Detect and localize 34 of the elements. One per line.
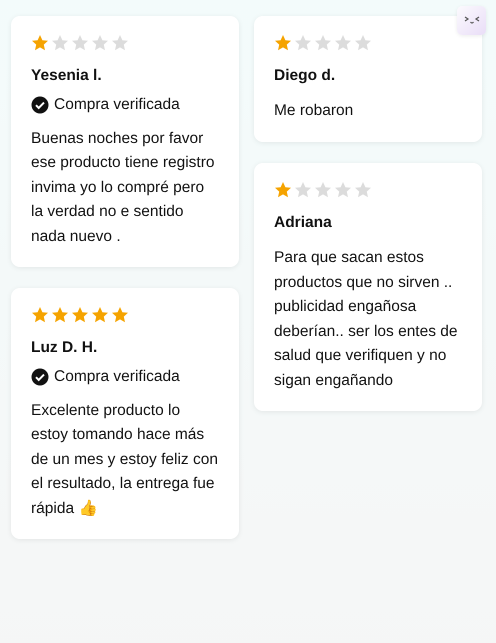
star-icon: [354, 180, 372, 199]
review-text: Para que sacan estos productos que no sirven .. publicidad engañosa deberían.. ser los entes de salud que verifiquen y no sigan engañando: [274, 248, 459, 390]
review-text: Me robaron: [274, 101, 354, 122]
star-icon: [354, 34, 372, 52]
review-text: Excelente producto lo estoy tomando hace más de un mes y estoy feliz con el resultado, la entrega fue rápida 👍: [31, 400, 219, 518]
reviewer-name: Diego d.: [274, 66, 336, 86]
chat-widget-button[interactable]: [457, 6, 486, 35]
star-icon: [71, 34, 89, 52]
star-icon: [334, 34, 352, 52]
star-icon: [294, 180, 312, 199]
star-icon: [294, 34, 312, 52]
star-icon: [51, 34, 69, 52]
star-icon: [111, 34, 129, 52]
check-icon: [31, 96, 49, 114]
check-icon: [31, 368, 49, 386]
star-icon: [31, 306, 49, 324]
star-icon: [274, 34, 292, 52]
star-icon: [314, 34, 332, 52]
reviewer-name: Luz D. H.: [31, 338, 98, 358]
reviewer-name: Adriana: [274, 212, 333, 233]
verified-label: Compra verificada: [54, 367, 180, 388]
star-icon: [314, 180, 332, 199]
reviewer-name: Yesenia l.: [31, 66, 103, 86]
star-icon: [31, 34, 49, 52]
star-icon: [111, 306, 129, 324]
star-icon: [91, 306, 109, 324]
star-icon: [274, 180, 292, 199]
verified-label: Compra verificada: [54, 95, 180, 116]
star-icon: [51, 306, 69, 324]
face-icon: [464, 16, 480, 25]
star-icon: [334, 180, 352, 199]
review-text: Buenas noches por favor ese producto tiene registro invima yo lo compré pero la verdad no e sentido nada nuevo .: [31, 128, 216, 246]
star-icon: [91, 34, 109, 52]
star-icon: [71, 306, 89, 324]
